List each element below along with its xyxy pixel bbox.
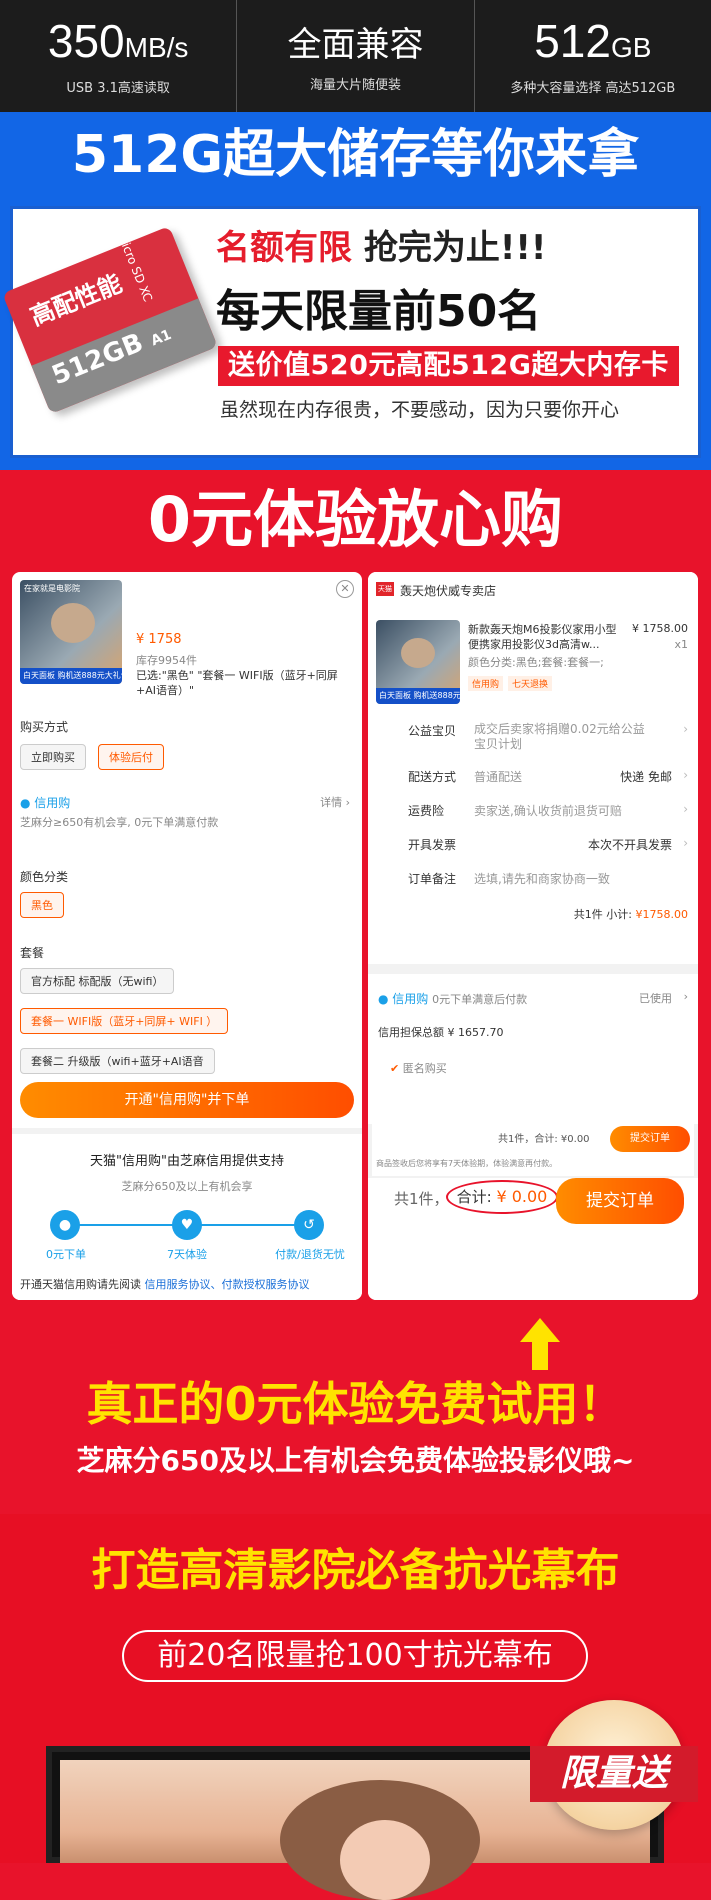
- mini-total: 共1件，合计: ¥0.00: [498, 1134, 590, 1145]
- storage-title: 512G超大储存等你来拿: [71, 125, 640, 185]
- spec-capacity-value: 512GB: [534, 15, 652, 67]
- order-qty: x1: [674, 638, 688, 651]
- credit-guarantee: 信用担保总额 ¥ 1657.70: [378, 1026, 504, 1039]
- arrow-stem: [532, 1340, 548, 1370]
- spec-bar: 350MB/s USB 3.1高速读取 全面兼容 海量大片随便装 512GB 多…: [0, 0, 711, 112]
- credit-note: 芝麻分≥650有机会享, 0元下单满意付款: [20, 816, 219, 829]
- order-thumb-character: [401, 638, 436, 669]
- mini-submit-button[interactable]: 提交订单: [610, 1126, 690, 1152]
- chevron-right-icon: ›: [683, 836, 688, 850]
- order-thumbnail: 白天面板 购机送888元大礼包: [376, 620, 460, 704]
- step-order-label: 0元下单: [46, 1248, 86, 1261]
- order-thumb-strip: 白天面板 购机送888元大礼包: [376, 688, 460, 704]
- credit-row[interactable]: ● 信用购: [20, 794, 70, 811]
- buy-now-option[interactable]: 立即购买: [20, 744, 86, 770]
- spec-compat-value: 全面兼容: [287, 24, 424, 65]
- credit-used: 已使用: [639, 992, 672, 1005]
- package-two-option[interactable]: 套餐二 升级版（wifi+蓝牙+AI语音: [20, 1048, 215, 1074]
- submit-order-button[interactable]: 提交订单: [556, 1178, 684, 1224]
- support-sub: 芝麻分650及以上有机会享: [121, 1180, 253, 1193]
- package-official-option[interactable]: 官方标配 标配版（无wifi）: [20, 968, 175, 994]
- screen-pill: 前20名限量抢100寸抗光幕布: [122, 1630, 588, 1682]
- badge-text: 限量送: [559, 1753, 668, 1794]
- credit-title: ● 信用购 0元下单满意后付款: [378, 992, 528, 1006]
- step-pay-label: 付款/退货无忧: [275, 1248, 345, 1261]
- order-step-icon: ●: [50, 1210, 80, 1240]
- limit-text: 名额有限 抢完为止!!!: [216, 228, 547, 268]
- order-product-title: 新款轰天炮M6投影仪家用小型便携家用投影仪3d高清w...: [468, 623, 617, 651]
- agreement-link[interactable]: 信用服务协议、付款授权服务协议: [145, 1278, 310, 1291]
- arrow-head: [520, 1318, 560, 1342]
- package-one-option[interactable]: 套餐一 WIFI版（蓝牙+同屏+ WIFI ）: [20, 1008, 229, 1034]
- anonymous-checkbox[interactable]: ✔ 匿名购买: [390, 1060, 447, 1076]
- product-thumbnail[interactable]: 在家就是电影院 白天面板 购机送888元大礼包: [20, 580, 122, 684]
- screen-title: 打造高清影院必备抗光幕布: [91, 1545, 620, 1596]
- chevron-right-icon: ›: [683, 768, 688, 782]
- chevron-right-icon: ›: [683, 722, 688, 736]
- step-trial-label: 7天体验: [167, 1248, 207, 1261]
- storage-note: 虽然现在内存很贵，不要感动，因为只要你开心: [220, 399, 620, 421]
- tmall-logo-icon: 天猫: [376, 582, 394, 596]
- order-confirm-sheet: 天猫 轰天炮伏威专卖店 白天面板 购机送888元大礼包 新款轰天炮M6投影仪家用…: [368, 572, 698, 1300]
- heart-step-icon: ♥: [172, 1210, 202, 1240]
- spec-speed-value: 350MB/s: [47, 15, 189, 67]
- return-step-icon: ↺: [294, 1210, 324, 1240]
- order-tag-credit: 信用购: [468, 676, 504, 691]
- agreement-text: 开通天猫信用购请先阅读 信用服务协议、付款授权服务协议: [20, 1278, 310, 1291]
- check-icon: ✔: [390, 1062, 400, 1075]
- thumb-caption: 在家就是电影院: [24, 584, 80, 593]
- pay-later-option[interactable]: 体验后付: [98, 744, 164, 770]
- thumb-character: [50, 602, 95, 643]
- photo-face: [340, 1820, 430, 1900]
- order-subtotal: 共1件 小计: ¥1758.00: [573, 908, 688, 921]
- spec-speed: 350MB/s USB 3.1高速读取: [0, 0, 238, 112]
- spec-capacity: 512GB 多种大容量选择 高达512GB: [475, 0, 711, 112]
- package-heading: 套餐: [20, 946, 45, 960]
- credit-label: 信用购: [34, 796, 71, 810]
- daily-limit: 每天限量前50名: [216, 286, 542, 337]
- color-heading: 颜色分类: [20, 870, 69, 884]
- shop-name[interactable]: 轰天炮伏威专卖店: [400, 582, 496, 599]
- order-product-price: ¥ 1758.00: [632, 622, 688, 635]
- thumb-strip: 白天面板 购机送888元大礼包: [20, 668, 122, 684]
- support-title: 天猫"信用购"由芝麻信用提供支持: [90, 1154, 284, 1169]
- chevron-right-icon[interactable]: ›: [684, 990, 688, 1003]
- color-black-option[interactable]: 黑色: [20, 892, 64, 918]
- chevron-right-icon: ›: [683, 802, 688, 816]
- sheet-price: ¥ 1758: [136, 632, 182, 647]
- spec-speed-sub: USB 3.1高速读取: [66, 81, 170, 96]
- experience-title: 0元体验放心购: [147, 483, 564, 556]
- close-icon[interactable]: ✕: [336, 580, 354, 598]
- arrow-up-icon: [520, 1318, 560, 1370]
- credit-details-link[interactable]: 详情 ›: [320, 794, 350, 810]
- spec-compat: 全面兼容 海量大片随便装: [237, 0, 475, 112]
- footer-count: 共1件，: [394, 1190, 449, 1208]
- open-credit-button[interactable]: 开通"信用购"并下单: [20, 1082, 354, 1118]
- gift-banner: 送价值520元高配512G超大内存卡: [218, 346, 679, 386]
- mini-note: 商品签收后您将享有7天体验期，体验满意再付款。: [376, 1159, 558, 1168]
- free-trial-headline: 真正的0元体验免费试用！: [86, 1377, 625, 1431]
- spec-capacity-sub: 多种大容量选择 高达512GB: [510, 81, 676, 96]
- buy-method-heading: 购买方式: [20, 720, 69, 734]
- footer-total: 合计: ¥ 0.00: [446, 1180, 558, 1214]
- sheet-selected: 已选:"黑色" "套餐一 WIFI版（蓝牙+同屏+AI语音）": [136, 669, 338, 697]
- sheet-stock: 库存9954件: [136, 654, 197, 667]
- order-spec: 颜色分类:黑色;套餐:套餐一;: [468, 656, 604, 669]
- order-tag-return: 七天退换: [508, 676, 553, 691]
- sesame-note: 芝麻分650及以上有机会免费体验投影仪哦~: [76, 1444, 635, 1477]
- row-charity[interactable]: 公益宝贝 成交后卖家将捐赠0.02元给公益宝贝计划 ›: [368, 722, 698, 752]
- purchase-sheet: 在家就是电影院 白天面板 购机送888元大礼包 ✕ ¥ 1758 库存9954件…: [12, 572, 362, 1300]
- chevron-right-icon: ›: [345, 796, 350, 809]
- spec-compat-sub: 海量大片随便装: [309, 77, 401, 93]
